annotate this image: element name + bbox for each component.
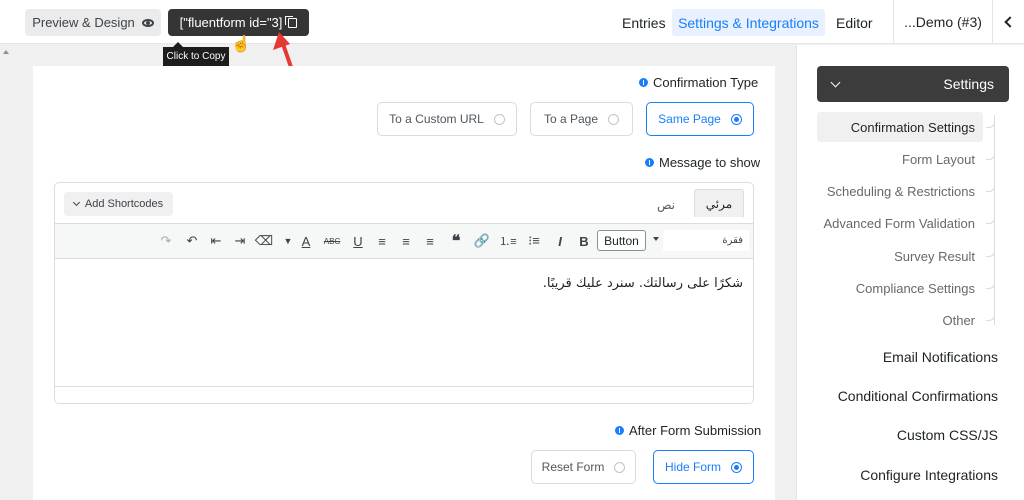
tab-visual-mode[interactable]: مرئي	[694, 189, 744, 217]
copy-tooltip: Click to Copy	[163, 42, 229, 66]
clear-formatting-icon[interactable]: ⌫	[253, 224, 275, 258]
sidebar-item-survey-result[interactable]: Survey Result	[817, 241, 983, 271]
outdent-icon[interactable]: ⇤	[205, 224, 227, 258]
strikethrough-icon[interactable]: ABC	[321, 224, 343, 258]
top-bar: Preview & Design ["fluentform id="3] Ent…	[0, 0, 1024, 44]
preview-label: Preview & Design	[32, 15, 135, 30]
radio-selected-icon	[730, 113, 742, 125]
scroll-up-arrow-icon[interactable]	[3, 50, 9, 54]
copy-icon	[285, 15, 298, 28]
eye-icon	[141, 18, 154, 27]
sidebar-item-advanced-validation[interactable]: Advanced Form Validation	[817, 208, 983, 238]
sidebar-item-custom-css-js[interactable]: Custom CSS/JS	[817, 420, 998, 450]
align-center-icon[interactable]: ≡	[395, 224, 417, 258]
form-title[interactable]: ...Demo (#3)	[893, 0, 992, 44]
chevron-down-icon	[830, 77, 841, 87]
tab-entries[interactable]: Entries	[614, 9, 674, 36]
blockquote-icon[interactable]: ❝	[445, 224, 467, 258]
sidebar-item-configure-integrations[interactable]: Configure Integrations	[817, 460, 998, 490]
hand-cursor-icon: ☝	[231, 36, 251, 53]
message-editor: Add Shortcodes نص مرئي ↷ ↶ ⇤ ⇥ ⌫ ▼ A ABC…	[54, 182, 754, 404]
button-select[interactable]: Button	[597, 230, 646, 251]
align-right-icon[interactable]: ≡	[371, 224, 393, 258]
paragraph-format-select[interactable]: فقرة	[663, 230, 749, 251]
add-shortcodes-button[interactable]: Add Shortcodes	[64, 192, 173, 216]
info-icon[interactable]	[639, 78, 648, 87]
radio-to-page[interactable]: To a Page	[530, 102, 633, 136]
tab-text-mode[interactable]: نص	[651, 194, 681, 216]
caret-down-icon	[653, 237, 659, 241]
radio-hide-form[interactable]: Hide Form	[653, 450, 754, 484]
editor-content[interactable]: شكرًا على رسالتك. سنرد عليك قريبًا.	[55, 260, 753, 386]
info-icon[interactable]	[645, 158, 654, 167]
underline-icon[interactable]: U	[347, 224, 369, 258]
sidebar-item-compliance[interactable]: Compliance Settings	[817, 273, 983, 303]
radio-reset-form[interactable]: Reset Form	[531, 450, 636, 484]
italic-icon[interactable]: I	[549, 224, 571, 258]
preview-design-button[interactable]: Preview & Design	[25, 9, 161, 36]
link-icon[interactable]: 🔗	[471, 224, 493, 258]
sidebar-item-confirmation-settings[interactable]: Confirmation Settings	[817, 112, 983, 142]
radio-circle-icon	[493, 113, 505, 125]
numbered-list-icon[interactable]: ⒈≡	[497, 224, 519, 258]
collapse-sidebar-button[interactable]	[992, 0, 1024, 44]
chevron-left-icon	[1004, 16, 1016, 28]
align-left-icon[interactable]: ≡	[419, 224, 441, 258]
sidebar-item-form-layout[interactable]: Form Layout	[817, 144, 983, 174]
shortcode-label: ["fluentform id="3]	[179, 15, 283, 30]
sidebar-item-email-notifications[interactable]: Email Notifications	[817, 342, 998, 372]
settings-menu-header[interactable]: Settings	[817, 66, 1009, 102]
bold-icon[interactable]: B	[573, 224, 595, 258]
indent-icon[interactable]: ⇥	[229, 224, 251, 258]
after-form-submission-label: After Form Submission	[615, 423, 761, 438]
redo-icon[interactable]: ↷	[155, 224, 177, 258]
sidebar-item-other[interactable]: Other	[817, 305, 983, 335]
editor-status-bar	[55, 386, 753, 403]
info-icon[interactable]	[615, 426, 624, 435]
confirmation-type-label: Confirmation Type	[639, 75, 758, 90]
radio-selected-icon	[731, 461, 742, 473]
chevron-down-icon	[72, 198, 80, 207]
text-color-icon[interactable]: A	[295, 224, 317, 258]
editor-toolbar: ↷ ↶ ⇤ ⇥ ⌫ ▼ A ABC U ≡ ≡ ≡ ❝ 🔗 ⒈≡ ⁝≡ I B …	[55, 223, 753, 259]
radio-circle-icon	[608, 113, 620, 125]
tab-settings-integrations[interactable]: Settings & Integrations	[672, 9, 825, 36]
settings-sidebar: Settings Confirmation Settings Form Layo…	[796, 45, 1024, 500]
radio-same-page[interactable]: Same Page	[646, 102, 754, 136]
message-to-show-label: Message to show	[645, 155, 760, 170]
radio-custom-url[interactable]: To a Custom URL	[377, 102, 517, 136]
editor-header: Add Shortcodes نص مرئي	[55, 183, 753, 223]
undo-icon[interactable]: ↶	[181, 224, 203, 258]
bullet-list-icon[interactable]: ⁝≡	[523, 224, 545, 258]
sidebar-item-scheduling[interactable]: Scheduling & Restrictions	[817, 176, 983, 206]
tab-editor[interactable]: Editor	[828, 9, 881, 36]
radio-circle-icon	[614, 461, 626, 473]
sidebar-item-conditional-confirmations[interactable]: Conditional Confirmations	[817, 381, 998, 411]
